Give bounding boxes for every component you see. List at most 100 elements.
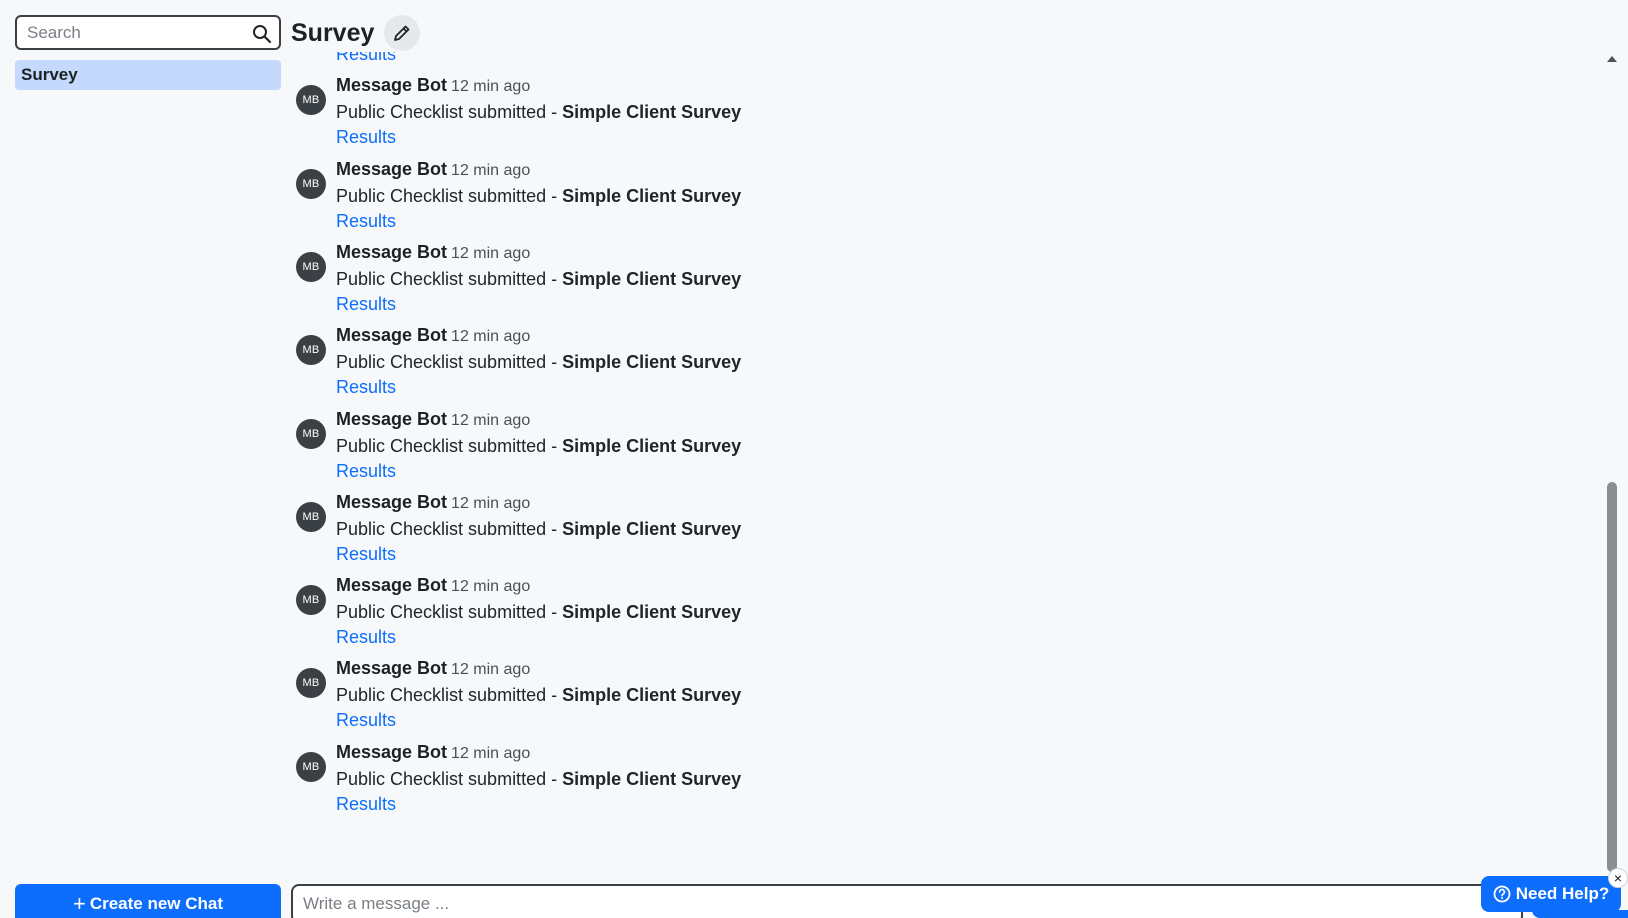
message-body: Public Checklist submitted - Simple Clie… [336, 685, 741, 706]
avatar: MB [296, 752, 326, 782]
message-item: MB Message Bot 12 min ago Public Checklist … [296, 742, 1096, 826]
results-link[interactable]: Results [336, 461, 396, 482]
sidebar: Survey + Create new Chat [15, 15, 281, 918]
message-text: Public Checklist submitted - [336, 186, 563, 206]
message-item: MB Message Bot 12 min ago Public Checklist … [296, 492, 1096, 576]
message-checklist-name: Simple Client Survey [562, 186, 742, 206]
message-header: Message Bot 12 min ago [336, 658, 530, 679]
message-checklist-name: Simple Client Survey [562, 519, 742, 539]
message-body: Public Checklist submitted - Simple Clie… [336, 102, 741, 123]
message-checklist-name: Simple Client Survey [562, 352, 742, 372]
chat-header: Survey [291, 14, 421, 52]
message-body: Public Checklist submitted - Simple Clie… [336, 436, 741, 457]
message-sender: Message Bot [336, 75, 448, 95]
results-link[interactable]: Results [336, 294, 396, 315]
message-body: Public Checklist submitted - Simple Clie… [336, 602, 741, 623]
results-link[interactable]: Results [336, 52, 396, 65]
message-list[interactable]: Public Checklist submitted - Simple Clie… [291, 52, 1605, 878]
avatar: MB [296, 419, 326, 449]
message-timestamp: 12 min ago [451, 162, 531, 179]
message-item: MB Message Bot 12 min ago Public Checklist … [296, 75, 1096, 159]
message-item: MB Message Bot 12 min ago Public Checklist … [296, 242, 1096, 326]
message-body: Public Checklist submitted - Simple Clie… [336, 519, 741, 540]
message-input[interactable] [293, 886, 1521, 918]
message-timestamp: 12 min ago [451, 661, 531, 678]
message-sender: Message Bot [336, 658, 448, 678]
message-text: Public Checklist submitted - [336, 436, 563, 456]
edit-title-button[interactable] [384, 15, 421, 51]
message-composer [291, 884, 1523, 918]
message-item: MB Message Bot 12 min ago Public Checklist … [296, 409, 1096, 493]
need-help-button[interactable]: Need Help? [1481, 876, 1621, 912]
message-item: MB Message Bot 12 min ago Public Checklist … [296, 159, 1096, 243]
message-text: Public Checklist submitted - [336, 352, 563, 372]
message-timestamp: 12 min ago [451, 245, 531, 262]
message-header: Message Bot 12 min ago [336, 75, 530, 96]
message-checklist-name: Simple Client Survey [562, 436, 742, 456]
search-input[interactable] [17, 17, 279, 48]
results-link[interactable]: Results [336, 794, 396, 815]
message-timestamp: 12 min ago [451, 412, 531, 429]
message-checklist-name: Simple Client Survey [562, 102, 742, 122]
message-checklist-name: Simple Client Survey [562, 602, 742, 622]
close-help-button[interactable]: × [1608, 868, 1628, 888]
page-title: Survey [291, 18, 375, 47]
message-timestamp: 12 min ago [451, 328, 531, 345]
results-link[interactable]: Results [336, 544, 396, 565]
sidebar-item-survey[interactable]: Survey [15, 60, 281, 90]
message-header: Message Bot 12 min ago [336, 492, 530, 513]
close-icon: × [1613, 870, 1623, 886]
message-header: Message Bot 12 min ago [336, 159, 530, 180]
message-sender: Message Bot [336, 409, 448, 429]
avatar: MB [296, 169, 326, 199]
need-help-label: Need Help? [1515, 884, 1610, 903]
results-link[interactable]: Results [336, 710, 396, 731]
message-checklist-name: Simple Client Survey [562, 769, 742, 789]
search-icon[interactable] [252, 24, 272, 44]
message-body: Public Checklist submitted - Simple Clie… [336, 186, 741, 207]
avatar: MB [296, 335, 326, 365]
message-header: Message Bot 12 min ago [336, 325, 530, 346]
sidebar-item-label: Survey [21, 65, 78, 84]
message-header: Message Bot 12 min ago [336, 742, 530, 763]
message-sender: Message Bot [336, 742, 448, 762]
results-link[interactable]: Results [336, 127, 396, 148]
message-sender: Message Bot [336, 159, 448, 179]
message-scrollbar[interactable] [1605, 52, 1619, 878]
message-body: Public Checklist submitted - Simple Clie… [336, 269, 741, 290]
message-item: MB Message Bot 12 min ago Public Checklist … [296, 575, 1096, 659]
message-header: Message Bot 12 min ago [336, 409, 530, 430]
scroll-thumb[interactable] [1607, 482, 1617, 872]
results-link[interactable]: Results [336, 377, 396, 398]
avatar: MB [296, 85, 326, 115]
create-new-chat-button[interactable]: + Create new Chat [15, 884, 281, 918]
message-timestamp: 12 min ago [451, 745, 531, 762]
results-link[interactable]: Results [336, 211, 396, 232]
message-checklist-name: Simple Client Survey [562, 685, 742, 705]
message-sender: Message Bot [336, 492, 448, 512]
message-sender: Message Bot [336, 242, 448, 262]
message-checklist-name: Simple Client Survey [562, 269, 742, 289]
chat-main: Survey Public Checklist submitted - Simp… [291, 0, 1628, 918]
results-link[interactable]: Results [336, 627, 396, 648]
avatar: MB [296, 585, 326, 615]
create-new-chat-label: Create new Chat [89, 894, 224, 913]
message-item: MB Message Bot 12 min ago Public Checklist … [296, 325, 1096, 409]
message-timestamp: 12 min ago [451, 78, 531, 95]
message-timestamp: 12 min ago [451, 578, 531, 595]
app-root: Survey + Create new Chat Survey Public C… [0, 0, 1628, 918]
message-sender: Message Bot [336, 575, 448, 595]
message-text: Public Checklist submitted - [336, 269, 563, 289]
message-header: Message Bot 12 min ago [336, 575, 530, 596]
message-item: Public Checklist submitted - Simple Clie… [296, 52, 1096, 76]
message-header: Message Bot 12 min ago [336, 242, 530, 263]
message-text: Public Checklist submitted - [336, 519, 563, 539]
scroll-up-arrow[interactable] [1607, 56, 1617, 62]
message-text: Public Checklist submitted - [336, 602, 563, 622]
search-box [15, 15, 281, 50]
message-timestamp: 12 min ago [451, 495, 531, 512]
avatar: MB [296, 668, 326, 698]
question-circle-icon [1493, 885, 1511, 903]
pencil-icon [394, 25, 410, 41]
message-body: Public Checklist submitted - Simple Clie… [336, 352, 741, 373]
